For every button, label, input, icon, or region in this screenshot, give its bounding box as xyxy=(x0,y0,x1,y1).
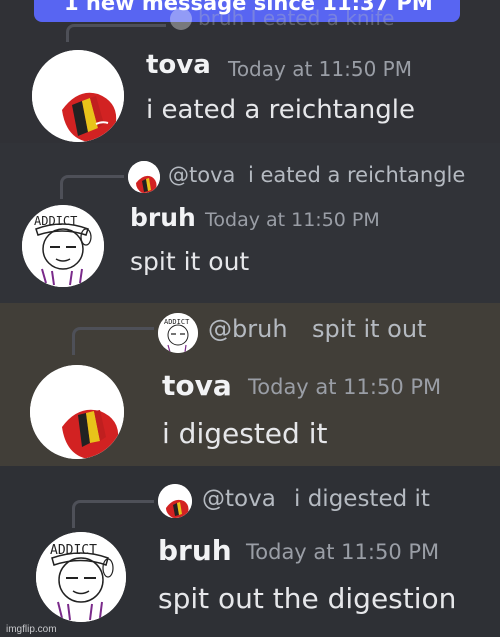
username[interactable]: bruh xyxy=(130,203,196,232)
tova-avatar-icon xyxy=(158,484,192,518)
message-text: spit it out xyxy=(130,247,250,276)
timestamp: Today at 11:50 PM xyxy=(228,57,412,81)
reply-avatar xyxy=(128,161,160,193)
message-group-4: @tova i digested it ADDICT bruh Today at… xyxy=(0,466,500,637)
imgflip-watermark: imgflip.com xyxy=(6,624,57,635)
username[interactable]: tova xyxy=(146,50,211,80)
reply-avatar xyxy=(158,484,192,518)
tova-avatar-icon xyxy=(32,50,124,142)
reply-connector xyxy=(72,500,154,528)
reply-text: i digested it xyxy=(294,486,430,512)
message-text: spit out the digestion xyxy=(158,582,457,615)
timestamp: Today at 11:50 PM xyxy=(248,375,442,399)
timestamp: Today at 11:50 PM xyxy=(246,540,440,564)
reply-mention[interactable]: @tova xyxy=(168,163,235,187)
reply-connector xyxy=(72,327,154,355)
bruh-avatar-icon: ADDICT xyxy=(22,205,104,287)
reply-connector xyxy=(66,24,166,42)
username[interactable]: bruh xyxy=(158,534,232,567)
avatar[interactable]: ADDICT xyxy=(36,532,126,622)
bruh-avatar-icon: ADDICT xyxy=(158,313,198,353)
reply-connector xyxy=(60,175,124,199)
message-text: i eated a reichtangle xyxy=(146,95,416,125)
reply-text: bruh I eated a knife xyxy=(198,6,395,30)
timestamp: Today at 11:50 PM xyxy=(205,209,380,231)
reply-avatar: ADDICT xyxy=(158,313,198,353)
reply-text: spit it out xyxy=(312,315,427,343)
bruh-avatar-icon: ADDICT xyxy=(36,532,126,622)
reply-mention[interactable]: @bruh xyxy=(208,315,288,343)
message-group-3: ADDICT @bruh spit it out tova Today at 1… xyxy=(0,303,500,466)
message-text: i digested it xyxy=(162,417,328,450)
message-group-2: @tova i eated a reichtangle ADDICT bruh … xyxy=(0,143,500,303)
avatar[interactable]: ADDICT xyxy=(22,205,104,287)
username[interactable]: tova xyxy=(162,369,232,402)
reply-text: i eated a reichtangle xyxy=(248,163,466,187)
avatar[interactable] xyxy=(30,365,124,459)
reply-mention[interactable]: @tova xyxy=(202,486,276,512)
message-group-1: 1 new message since 11:37 PM bruh I eate… xyxy=(0,0,500,143)
tova-avatar-icon xyxy=(128,161,160,193)
tova-avatar-icon xyxy=(30,365,124,459)
svg-text:ADDICT: ADDICT xyxy=(34,214,77,228)
reply-avatar xyxy=(170,8,192,30)
avatar[interactable] xyxy=(32,50,124,142)
